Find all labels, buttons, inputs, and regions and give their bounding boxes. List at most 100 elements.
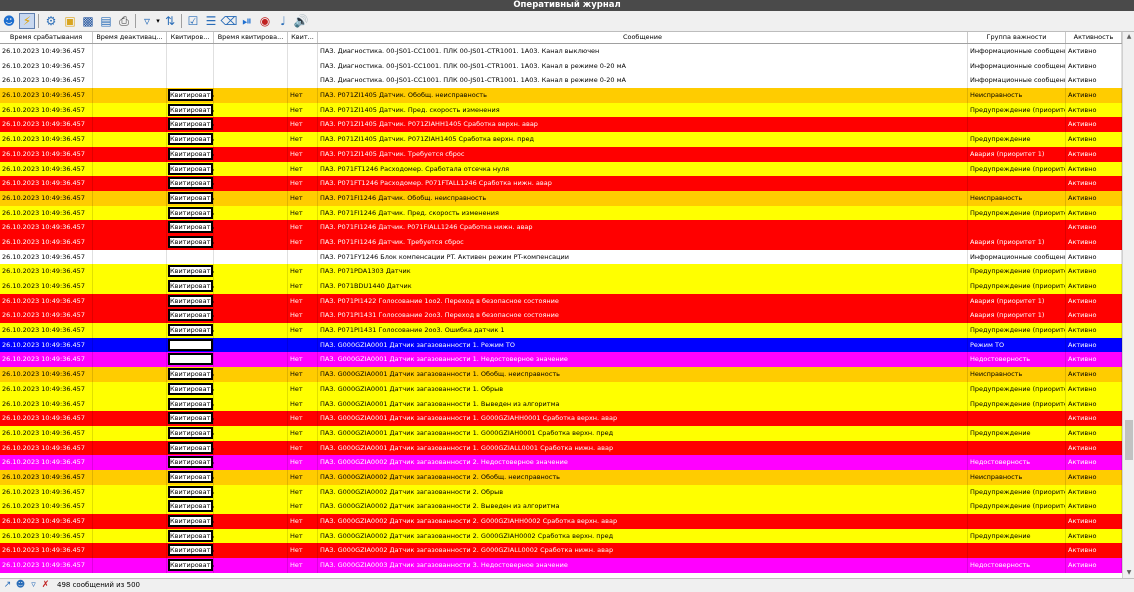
acknowledge-button[interactable]: Квитировать: [168, 206, 214, 219]
table-row[interactable]: 26.10.2023 10:49:36.457 Нет ПАЗ. G000GZIA0…: [0, 455, 1122, 470]
table-row[interactable]: 26.10.2023 10:49:36.457 Нет ПАЗ. G000GZIA0…: [0, 411, 1122, 426]
acknowledge-button[interactable]: Квитировать: [168, 294, 214, 307]
table-row[interactable]: 26.10.2023 10:49:36.457 Нет ПАЗ. G000GZIA0…: [0, 558, 1122, 573]
col-header-ack-status[interactable]: Квит...: [288, 32, 318, 43]
gear-icon[interactable]: ⚙: [43, 13, 59, 29]
acknowledge-button[interactable]: [168, 338, 213, 351]
table-row[interactable]: 26.10.2023 10:49:36.457 Нет ПАЗ. G000GZIA0…: [0, 367, 1122, 382]
table-row[interactable]: 26.10.2023 10:49:36.457 Нет ПАЗ. P071FT124…: [0, 161, 1122, 177]
table-row[interactable]: 26.10.2023 10:49:36.457 Нет ПАЗ. P071FI124…: [0, 190, 1122, 206]
table-row[interactable]: 26.10.2023 10:49:36.457 ПАЗ. Диагностика.…: [0, 73, 1122, 89]
acknowledge-button[interactable]: Квитировать: [168, 162, 214, 175]
ack-status-cell: Нет: [288, 132, 318, 147]
table-row[interactable]: 26.10.2023 10:49:36.457 Нет ПАЗ. G000GZIA0…: [0, 484, 1122, 500]
acknowledge-button[interactable]: Квитировать: [168, 147, 214, 160]
acknowledge-button[interactable]: Квитировать: [168, 559, 214, 572]
save-icon[interactable]: ▩: [80, 13, 96, 29]
acknowledge-button[interactable]: Квитировать: [168, 470, 214, 483]
sort-icon[interactable]: ⇅: [162, 13, 178, 29]
lightning-icon[interactable]: ⚡: [19, 13, 35, 29]
acknowledge-button[interactable]: Квитировать: [168, 412, 214, 425]
acknowledge-button[interactable]: Квитировать: [168, 235, 214, 248]
col-header-trigger-time[interactable]: Время срабатывания: [0, 32, 93, 43]
table-row[interactable]: 26.10.2023 10:49:36.457 Нет ПАЗ. P071PI142…: [0, 293, 1122, 309]
acknowledge-button[interactable]: Квитировать: [168, 397, 214, 410]
acknowledge-button[interactable]: Квитировать: [168, 265, 214, 278]
col-header-deactivation-time[interactable]: Время деактивац...: [93, 32, 167, 43]
table-row[interactable]: 26.10.2023 10:49:36.457 Нет ПАЗ. G000GZIA0…: [0, 514, 1122, 529]
user-search-icon[interactable]: ☻: [15, 580, 26, 591]
checkbox-icon[interactable]: ☑: [185, 13, 201, 29]
table-row[interactable]: 26.10.2023 10:49:36.457 Нет ПАЗ. P071ZI140…: [0, 88, 1122, 103]
table-row[interactable]: 26.10.2023 10:49:36.457 ПАЗ. G000GZIA0001…: [0, 337, 1122, 353]
scroll-down-icon[interactable]: ▼: [1123, 568, 1134, 578]
acknowledge-button[interactable]: Квитировать: [168, 324, 214, 337]
checklist-icon[interactable]: ☰: [203, 13, 219, 29]
acknowledge-button[interactable]: Квитировать: [168, 118, 214, 131]
table-row[interactable]: 26.10.2023 10:49:36.457 Нет ПАЗ. P071PI143…: [0, 308, 1122, 324]
col-header-acknowledge[interactable]: Квитиров...: [167, 32, 214, 43]
table-row[interactable]: 26.10.2023 10:49:36.457 Нет ПАЗ. P071FI124…: [0, 205, 1122, 221]
acknowledge-button[interactable]: Квитировать: [168, 485, 214, 498]
acknowledge-button[interactable]: Квитировать: [168, 544, 214, 557]
connect-icon[interactable]: ↗: [2, 580, 13, 591]
acknowledge-button[interactable]: Квитировать: [168, 177, 214, 190]
acknowledge-button[interactable]: Квитировать: [168, 368, 214, 381]
table-row[interactable]: 26.10.2023 10:49:36.457 Нет ПАЗ. G000GZIA0…: [0, 499, 1122, 514]
acknowledge-button[interactable]: Квитировать: [168, 309, 214, 322]
table-row[interactable]: 26.10.2023 10:49:36.457 Нет ПАЗ. G000GZIA0…: [0, 528, 1122, 544]
col-header-message[interactable]: Сообщение: [318, 32, 968, 43]
table-row[interactable]: 26.10.2023 10:49:36.457 Нет ПАЗ. P071FI124…: [0, 234, 1122, 250]
table-row[interactable]: 26.10.2023 10:49:36.457 Нет ПАЗ. G000GZIA0…: [0, 396, 1122, 412]
pause-icon[interactable]: ⏯: [239, 13, 255, 29]
acknowledge-button[interactable]: Квитировать: [168, 221, 214, 234]
table-row[interactable]: 26.10.2023 10:49:36.457 Нет ПАЗ. G000GZIA0…: [0, 469, 1122, 485]
acknowledge-button[interactable]: Квитировать: [168, 133, 214, 146]
acknowledge-button[interactable]: Квитировать: [168, 280, 214, 292]
acknowledge-button[interactable]: Квитировать: [168, 515, 214, 527]
col-header-ack-time[interactable]: Время квитирова...: [214, 32, 288, 43]
acknowledge-button[interactable]: Квитировать: [168, 441, 214, 454]
table-row[interactable]: 26.10.2023 10:49:36.457 Нет ПАЗ. P071BDU14…: [0, 279, 1122, 294]
table-row[interactable]: 26.10.2023 10:49:36.457 ПАЗ. Диагностика.…: [0, 44, 1122, 59]
acknowledge-button[interactable]: Квитировать: [168, 426, 214, 439]
table-row[interactable]: 26.10.2023 10:49:36.457 ПАЗ. Диагностика.…: [0, 58, 1122, 74]
table-row[interactable]: 26.10.2023 10:49:36.457 Нет ПАЗ. P071ZI140…: [0, 132, 1122, 147]
eraser-icon[interactable]: ⌫: [221, 13, 238, 29]
col-header-activity[interactable]: Активность: [1066, 32, 1122, 43]
record-icon[interactable]: ◉: [257, 13, 273, 29]
table-row[interactable]: 26.10.2023 10:49:36.457 Нет ПАЗ. P071PDA13…: [0, 264, 1122, 279]
scroll-thumb[interactable]: [1125, 420, 1133, 460]
acknowledge-button[interactable]: Квитировать: [168, 382, 214, 395]
acknowledge-button[interactable]: [168, 353, 213, 366]
table-row[interactable]: 26.10.2023 10:49:36.457 Нет ПАЗ. P071ZI140…: [0, 146, 1122, 162]
table-row[interactable]: 26.10.2023 10:49:36.457 Нет ПАЗ. P071FI124…: [0, 220, 1122, 235]
acknowledge-button[interactable]: Квитировать: [168, 456, 214, 469]
vertical-scrollbar[interactable]: ▲ ▼: [1122, 32, 1134, 578]
filter-small-icon[interactable]: ▿: [28, 580, 39, 591]
sound-icon[interactable]: ♩: [275, 13, 291, 29]
col-header-importance[interactable]: Группа важности: [968, 32, 1066, 43]
scroll-up-icon[interactable]: ▲: [1123, 32, 1134, 42]
table-row[interactable]: 26.10.2023 10:49:36.457 Нет ПАЗ. G000GZIA0…: [0, 440, 1122, 456]
export-icon[interactable]: ▤: [98, 13, 114, 29]
table-row[interactable]: 26.10.2023 10:49:36.457 Нет ПАЗ. G000GZIA0…: [0, 381, 1122, 397]
print-icon[interactable]: ⎙: [116, 13, 132, 29]
acknowledge-button[interactable]: Квитировать: [168, 529, 214, 542]
acknowledge-button[interactable]: Квитировать: [168, 103, 214, 116]
clear-icon[interactable]: ✗: [40, 580, 51, 591]
table-row[interactable]: 26.10.2023 10:49:36.457 Нет ПАЗ. P071FT124…: [0, 176, 1122, 191]
acknowledge-button[interactable]: Квитировать: [168, 500, 214, 513]
user-icon[interactable]: ☻: [1, 13, 17, 29]
table-row[interactable]: 26.10.2023 10:49:36.457 Нет ПАЗ. P071ZI140…: [0, 102, 1122, 118]
table-row[interactable]: 26.10.2023 10:49:36.457 Нет ПАЗ. P071PI143…: [0, 323, 1122, 338]
table-row[interactable]: 26.10.2023 10:49:36.457 ПАЗ. P071FY1246 Б…: [0, 249, 1122, 265]
acknowledge-button[interactable]: Квитировать: [168, 191, 214, 204]
table-row[interactable]: 26.10.2023 10:49:36.457 Нет ПАЗ. G000GZIA0…: [0, 425, 1122, 441]
table-row[interactable]: 26.10.2023 10:49:36.457 Нет ПАЗ. P071ZI140…: [0, 117, 1122, 133]
table-row[interactable]: 26.10.2023 10:49:36.457 Нет ПАЗ. G000GZIA0…: [0, 352, 1122, 368]
volume-icon[interactable]: 🔊: [293, 13, 309, 29]
table-row[interactable]: 26.10.2023 10:49:36.457 Нет ПАЗ. G000GZIA0…: [0, 543, 1122, 559]
folder-icon[interactable]: ▣: [62, 13, 78, 29]
acknowledge-button[interactable]: Квитировать: [168, 89, 214, 102]
